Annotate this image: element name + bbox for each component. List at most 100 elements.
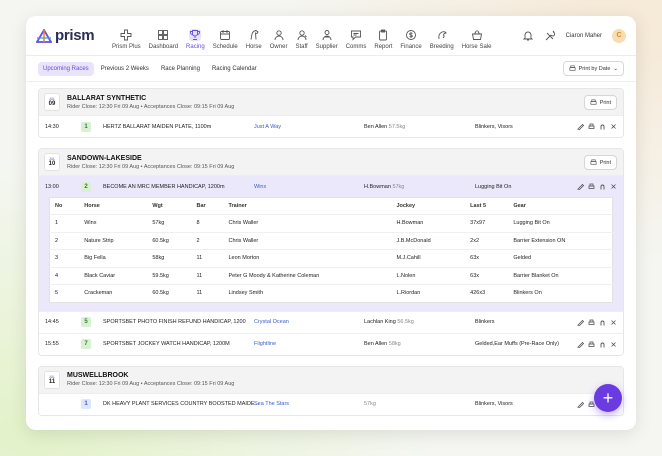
nav-item-horse[interactable]: Horse [242, 16, 266, 56]
horseshoe-icon[interactable] [599, 319, 606, 326]
calendar-icon [220, 29, 231, 40]
table-cell: 60.5kg [152, 290, 169, 297]
table-cell[interactable]: Crackeman [79, 285, 147, 303]
tab-upcoming-races[interactable]: Upcoming Races [38, 61, 94, 76]
race-gear: Gelded,Ear Muffs (Pre-Race Only) [475, 341, 559, 347]
edit-icon[interactable] [577, 123, 584, 130]
race-row[interactable]: 1 DK HEAVY PLANT SERVICES COUNTRY BOOSTED… [39, 392, 623, 415]
nav-item-staff[interactable]: Staff [291, 16, 311, 56]
nav-item-owner[interactable]: Owner [266, 16, 292, 56]
meeting-info: BALLARAT SYNTHETIC Rider Close: 12:30 Fri… [67, 95, 234, 110]
column-header: Gear [508, 197, 613, 215]
close-icon[interactable] [610, 319, 617, 326]
avatar[interactable]: C [612, 28, 626, 43]
table-cell[interactable]: Black Caviar [79, 267, 148, 285]
race-time: 15:55 [45, 341, 59, 347]
table-cell[interactable]: Winx [79, 214, 148, 233]
tools-icon[interactable] [544, 30, 556, 42]
clipboard-icon [379, 29, 388, 40]
print-label: Print [599, 159, 611, 166]
print-icon[interactable] [588, 183, 595, 190]
jockey-weight: 57kg [392, 183, 405, 190]
table-row[interactable]: 2 Nature Strip 60.5kg 2 Chris Waller J.B.McDo… [49, 232, 613, 250]
user-name[interactable]: Ciaron Maher [566, 33, 602, 39]
nav-item-comms[interactable]: Comms [342, 16, 371, 56]
table-cell: H.Bowman [391, 214, 466, 233]
table-cell[interactable]: Big Fella [79, 249, 148, 268]
nav-item-prism-plus[interactable]: Prism Plus [108, 16, 145, 56]
race-row[interactable]: 13:00 2 BECOME AN MRC MEMBER HANDICAP, 120… [39, 175, 623, 197]
bell-icon[interactable] [522, 30, 534, 42]
column-header: Horse [79, 197, 148, 215]
table-cell: 60.5kg [147, 232, 192, 250]
nav-item-dashboard[interactable]: Dashboard [145, 16, 182, 56]
table-cell: 8 [191, 214, 224, 233]
horseshoe-icon[interactable] [599, 123, 606, 130]
nav-item-breeding[interactable]: Breeding [426, 16, 458, 56]
column-header: Trainer [223, 197, 392, 215]
nav-item-finance[interactable]: Finance [396, 16, 425, 56]
print-label: Print [599, 99, 611, 106]
table-cell: 3 [49, 249, 80, 268]
nav-item-horse-sale[interactable]: Horse Sale [458, 16, 496, 56]
jockey-weight: 57kg [364, 401, 376, 407]
edit-icon[interactable] [577, 183, 584, 190]
close-icon[interactable] [610, 341, 617, 348]
race-row[interactable]: 15:55 7 SPORTSBET JOCKEY WATCH HANDICAP, 1… [39, 332, 623, 355]
race-horse-link[interactable]: Sea The Stars [254, 401, 289, 407]
race-actions [577, 341, 617, 348]
horseshoe-icon[interactable] [599, 341, 606, 348]
table-row[interactable]: 4 Black Caviar 59.5kg 11 Peter G Moody & Kat… [49, 267, 613, 285]
add-button[interactable]: + [594, 384, 622, 412]
dashboard-icon [158, 29, 169, 40]
close-icon[interactable] [610, 123, 617, 130]
app-window: prism Prism Plus Dashboard Racing Schedule H… [26, 16, 636, 430]
race-row[interactable]: 14:30 1 HERTZ BALLARAT MAIDEN PLATE, 1100m… [39, 115, 623, 137]
tab-race-planning[interactable]: Race Planning [156, 62, 205, 76]
table-cell: Blinkers On [513, 290, 542, 297]
race-horse-link[interactable]: Flightline [254, 341, 276, 347]
tab-racing-calendar[interactable]: Racing Calendar [207, 62, 262, 76]
table-cell: 37x97 [465, 214, 509, 233]
race-jockey: Lachlan King 56.5kg [364, 319, 414, 325]
nav-item-supplier[interactable]: Supplier [312, 16, 342, 56]
trophy-icon [189, 28, 202, 41]
race-horse-link[interactable]: Just A Way [254, 124, 281, 130]
table-cell: 1 [49, 214, 80, 233]
edit-icon[interactable] [577, 401, 584, 408]
column-header: Last 5 [465, 197, 509, 215]
race-row[interactable]: 14:45 5 SPORTSBET PHOTO FINISH REFUND HAND… [39, 310, 623, 333]
print-button[interactable]: Print [583, 155, 617, 170]
print-button[interactable]: Print [583, 95, 617, 110]
race-name: SPORTSBET JOCKEY WATCH HANDICAP, 1200M [103, 341, 230, 347]
printer-icon [569, 65, 576, 71]
table-cell: J.B.McDonald [391, 232, 466, 250]
table-row[interactable]: 3 Big Fella 58kg 11 Leon Morton M.J.Cahill 63x… [49, 249, 613, 268]
race-number-badge: 2 [81, 181, 91, 192]
table-cell[interactable]: Nature Strip [79, 232, 148, 250]
nav-item-schedule[interactable]: Schedule [209, 16, 242, 56]
race-actions [577, 123, 617, 130]
print-icon[interactable] [588, 319, 595, 326]
print-by-date-dropdown[interactable]: Print by Date ⌄ [562, 61, 624, 76]
prism-logo[interactable]: prism [36, 27, 98, 44]
table-cell: Barrier Extension ON [508, 232, 613, 250]
meetings-list: JUL 09 BALLARAT SYNTHETIC Rider Close: 12:3… [26, 82, 636, 430]
nav-item-racing[interactable]: Racing [182, 16, 209, 56]
edit-icon[interactable] [577, 319, 584, 326]
nav-item-report[interactable]: Report [370, 16, 396, 56]
table-row[interactable]: 5 Crackeman 60.5kg 11 Lindsey Smith L.Riordan… [50, 285, 613, 303]
edit-icon[interactable] [577, 341, 584, 348]
table-cell: Peter G Moody & Katherine Coleman [223, 267, 392, 285]
close-icon[interactable] [610, 183, 617, 190]
topbar-actions: Ciaron Maher C [522, 28, 626, 43]
race-horse-link[interactable]: Winx [254, 184, 266, 190]
table-row[interactable]: 1 Winx 57kg 8 Chris Waller H.Bowman 37x97 Luggi… [49, 214, 613, 233]
race-horse-link[interactable]: Crystal Ocean [254, 319, 289, 325]
tab-previous-2-weeks[interactable]: Previous 2 Weeks [96, 62, 154, 76]
horseshoe-icon[interactable] [599, 183, 606, 190]
column-header: Jockey [391, 197, 466, 215]
meeting-close-times: Rider Close: 12:30 Fri 09 Aug • Acceptan… [67, 103, 235, 110]
print-icon[interactable] [588, 341, 595, 348]
print-icon[interactable] [588, 123, 595, 130]
